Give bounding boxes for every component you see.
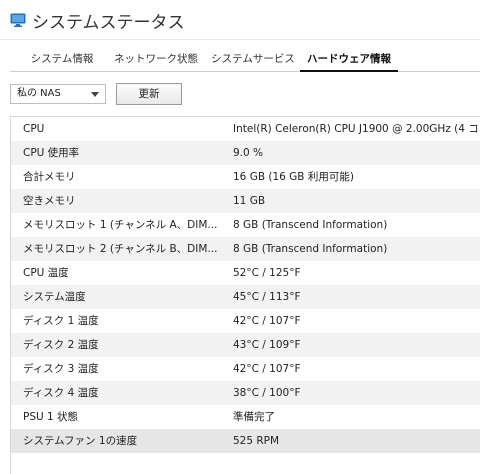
table-row: ディスク 1 温度 42°C / 107°F <box>11 309 480 333</box>
table-row: CPU Intel(R) Celeron(R) CPU J1900 @ 2.00… <box>11 117 480 141</box>
row-label: メモリスロット 2 (チャンネル B、DIM... <box>23 243 218 255</box>
table-row: メモリスロット 2 (チャンネル B、DIM... 8 GB (Transcen… <box>11 237 480 261</box>
row-label: ディスク 3 温度 <box>23 363 99 375</box>
row-value: 42°C / 107°F <box>233 315 301 327</box>
table-row: ディスク 4 温度 38°C / 100°F <box>11 381 480 405</box>
hardware-info-table: CPU Intel(R) Celeron(R) CPU J1900 @ 2.00… <box>10 116 480 474</box>
row-label: システム温度 <box>23 291 86 303</box>
table-row: PSU 1 状態 準備完了 <box>11 405 480 429</box>
row-value: 525 RPM <box>233 435 280 447</box>
row-label: 空きメモリ <box>23 195 76 207</box>
table-row: 空きメモリ 11 GB <box>11 189 480 213</box>
row-label: システムファン 1の速度 <box>23 435 138 447</box>
row-value: 8 GB (Transcend Information) <box>233 219 388 231</box>
table-row: システムファン 1の速度 525 RPM <box>11 429 480 453</box>
tab-bar: システム情報 ネットワーク状態 システムサービス ハードウェア情報 <box>10 48 480 72</box>
table-row: メモリスロット 1 (チャンネル A、DIM... 8 GB (Transcen… <box>11 213 480 237</box>
row-label: 合計メモリ <box>23 171 76 183</box>
row-label: ディスク 2 温度 <box>23 339 99 351</box>
row-value: 52°C / 125°F <box>233 267 301 279</box>
tab-hardware-info[interactable]: ハードウェア情報 <box>300 48 398 72</box>
table-row: 合計メモリ 16 GB (16 GB 利用可能) <box>11 165 480 189</box>
chevron-down-icon <box>91 92 99 97</box>
nas-select-value: 私の NAS <box>17 88 61 99</box>
refresh-button[interactable]: 更新 <box>116 83 182 105</box>
row-value: 準備完了 <box>233 411 275 423</box>
row-label: CPU 温度 <box>23 267 69 279</box>
row-label: CPU 使用率 <box>23 147 80 159</box>
row-value: 16 GB (16 GB 利用可能) <box>233 171 354 183</box>
tab-system-services[interactable]: システムサービス <box>208 48 298 72</box>
row-label: メモリスロット 1 (チャンネル A、DIM... <box>23 219 218 231</box>
table-row: CPU 使用率 9.0 % <box>11 141 480 165</box>
row-label: PSU 1 状態 <box>23 411 79 423</box>
monitor-icon <box>10 13 26 27</box>
table-row: CPU 温度 52°C / 125°F <box>11 261 480 285</box>
table-row: ディスク 2 温度 43°C / 109°F <box>11 333 480 357</box>
row-value: 38°C / 100°F <box>233 387 301 399</box>
nas-select[interactable]: 私の NAS <box>10 84 106 104</box>
tab-network-status[interactable]: ネットワーク状態 <box>108 48 204 72</box>
row-value: Intel(R) Celeron(R) CPU J1900 @ 2.00GHz … <box>233 123 480 135</box>
row-label: CPU <box>23 123 45 135</box>
row-value: 8 GB (Transcend Information) <box>233 243 388 255</box>
table-row: ディスク 3 温度 42°C / 107°F <box>11 357 480 381</box>
row-value: 42°C / 107°F <box>233 363 301 375</box>
row-value: 9.0 % <box>233 147 264 159</box>
row-value: 11 GB <box>233 195 266 207</box>
row-value: 43°C / 109°F <box>233 339 301 351</box>
row-label: ディスク 1 温度 <box>23 315 99 327</box>
row-value: 45°C / 113°F <box>233 291 301 303</box>
page-title: システムステータス <box>32 13 185 33</box>
title-bar: システムステータス <box>0 0 480 40</box>
tab-system-info[interactable]: システム情報 <box>20 48 104 72</box>
table-row: システム温度 45°C / 113°F <box>11 285 480 309</box>
row-label: ディスク 4 温度 <box>23 387 99 399</box>
